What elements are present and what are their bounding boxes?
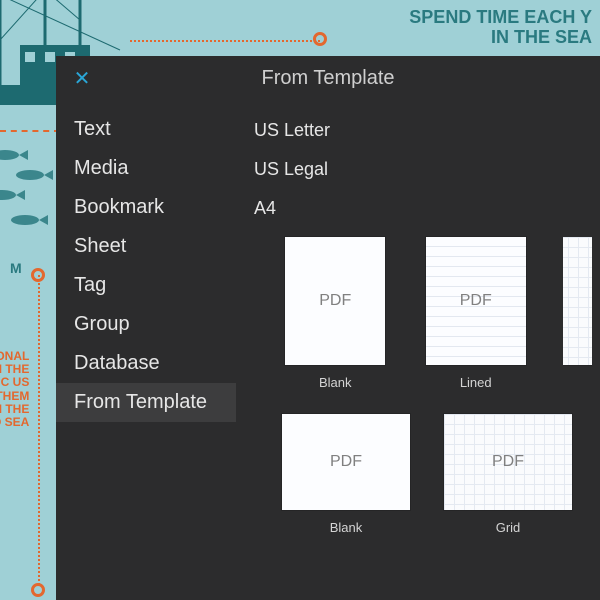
fish-illustration — [0, 140, 60, 250]
template-grid-landscape[interactable]: PDF Grid — [444, 414, 572, 535]
template-lined-portrait[interactable]: PDF Lined — [422, 237, 528, 390]
section-us-legal[interactable]: US Legal — [254, 159, 592, 180]
template-label: Lined — [460, 375, 492, 390]
sidebar-item-from-template[interactable]: From Template — [56, 383, 236, 422]
section-us-letter[interactable]: US Letter — [254, 120, 592, 141]
template-thumb: PDF — [285, 237, 385, 365]
panel-header: ✕ From Template — [56, 56, 600, 100]
sidebar: Text Media Bookmark Sheet Tag Group Data… — [56, 100, 236, 600]
template-blank-portrait[interactable]: PDF Blank — [282, 237, 388, 390]
sidebar-item-group[interactable]: Group — [56, 305, 236, 344]
pdf-badge: PDF — [492, 453, 524, 471]
template-partial[interactable] — [563, 237, 592, 390]
template-label: Blank — [330, 520, 363, 535]
template-thumb: PDF — [282, 414, 410, 510]
template-thumb: PDF — [426, 237, 526, 365]
close-icon: ✕ — [74, 66, 91, 91]
panel-body: Text Media Bookmark Sheet Tag Group Data… — [56, 100, 600, 600]
template-row: PDF Blank PDF Lined — [282, 237, 592, 390]
sidebar-item-bookmark[interactable]: Bookmark — [56, 188, 236, 227]
sidebar-item-database[interactable]: Database — [56, 344, 236, 383]
panel-title: From Template — [56, 67, 600, 90]
bg-dot — [313, 32, 327, 46]
template-row: PDF Blank PDF Grid — [282, 414, 592, 535]
template-label: Blank — [319, 375, 352, 390]
template-content: US Letter US Legal A4 PDF Blank PDF Line… — [236, 100, 600, 600]
sidebar-item-tag[interactable]: Tag — [56, 266, 236, 305]
template-panel: ✕ From Template Text Media Bookmark Shee… — [56, 56, 600, 600]
close-button[interactable]: ✕ — [70, 66, 94, 90]
sidebar-item-text[interactable]: Text — [56, 110, 236, 149]
sidebar-item-sheet[interactable]: Sheet — [56, 227, 236, 266]
bg-dash — [0, 130, 60, 132]
pdf-badge: PDF — [460, 292, 492, 310]
pdf-badge: PDF — [330, 453, 362, 471]
sidebar-item-media[interactable]: Media — [56, 149, 236, 188]
bg-dotted-line-h — [130, 40, 320, 42]
bg-letters: R M — [0, 260, 25, 276]
app-background: SPEND TIME EACH Y IN THE SEA R M ONAL N … — [0, 0, 600, 600]
bg-dot — [31, 268, 45, 282]
bg-caption-right: SPEND TIME EACH Y IN THE SEA — [409, 8, 592, 48]
pdf-badge: PDF — [319, 292, 351, 310]
bg-dotted-line — [38, 275, 40, 585]
bg-dot — [31, 583, 45, 597]
template-blank-landscape[interactable]: PDF Blank — [282, 414, 410, 535]
template-label: Grid — [496, 520, 521, 535]
template-thumb — [563, 237, 592, 365]
section-a4[interactable]: A4 — [254, 198, 592, 219]
bg-caption-left: ONAL N THE IC US THEM N THE O SEA — [0, 350, 29, 429]
template-thumb: PDF — [444, 414, 572, 510]
